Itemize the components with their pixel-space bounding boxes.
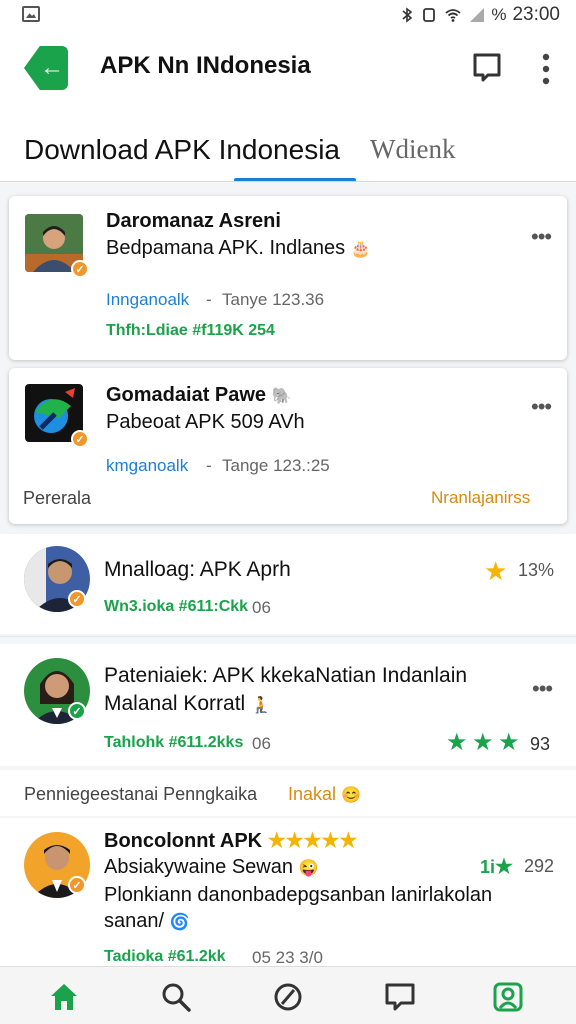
item-subtitle: Bedpamana APK. Indlanes 🎂 <box>106 237 371 259</box>
avatar: ✓ <box>25 214 89 278</box>
item-name: Pateniaiek: APK kkekaNatian Indanlain <box>104 664 468 687</box>
section-title: Penniegeestanai Penngkaika <box>24 784 258 804</box>
item-stats: Wn3.ioka #611:Ckk <box>104 598 249 615</box>
more-horiz-icon[interactable]: ••• <box>532 678 553 700</box>
verified-badge-icon: ✓ <box>71 260 89 278</box>
search-icon[interactable] <box>160 981 192 1013</box>
item-rating: 93 <box>530 734 551 754</box>
item-name: Gomadaiat Pawe 🐘 <box>106 384 292 406</box>
emoji-icon: 🐘 <box>271 388 292 405</box>
separator: - <box>206 456 212 475</box>
battery-text: % <box>491 5 507 24</box>
item-meta: Tanye 123.36 <box>222 290 325 309</box>
list-item[interactable]: ✓ Pateniaiek: APK kkekaNatian Indanlain … <box>0 644 576 766</box>
emoji-icon: 😜 <box>298 860 319 877</box>
status-icons: % 23:00 <box>399 3 560 27</box>
item-subtitle: Absiakywaine Sewan 😜 <box>104 856 319 878</box>
item-name: Mnalloag: APK Aprh <box>104 558 291 581</box>
item-link[interactable]: Innganoalk <box>106 290 189 310</box>
rating-stars: ★★★★★ <box>267 830 358 852</box>
item-stats: Thfh:Ldiae #f119K 254 <box>106 322 275 339</box>
item-link[interactable]: kmganoalk <box>106 456 188 476</box>
section-action[interactable]: Inakal 😊 <box>288 784 361 805</box>
item-description-2: sanan/ 🌀 <box>104 910 190 932</box>
bluetooth-icon <box>402 7 413 23</box>
verified-badge-icon: ✓ <box>71 430 89 448</box>
clock: 23:00 <box>512 4 560 25</box>
tab-bar: Download APK Indonesia Wdienk <box>0 124 576 182</box>
item-footer-right[interactable]: Nranlajanirss <box>431 488 530 508</box>
separator: - <box>206 290 212 309</box>
back-arrow-icon[interactable]: ← <box>24 46 68 90</box>
item-rating: 13% <box>518 560 555 580</box>
message-icon[interactable] <box>472 52 502 82</box>
star-icon: ★ <box>484 556 508 586</box>
item-subtitle: Malanal Korratl 🧎 <box>104 692 271 715</box>
star-icon: ★ <box>495 856 513 878</box>
item-stats: Tadioka #61.2kk <box>104 948 226 965</box>
item-stats-extra: 06 <box>252 598 271 617</box>
item-footer-left: Pererala <box>23 488 92 508</box>
rating-stars: ★ ★ ★ <box>446 728 519 757</box>
star-icon: ★ <box>446 729 468 756</box>
gallery-icon <box>22 6 40 22</box>
tab-download-apk[interactable]: Download APK Indonesia <box>24 134 340 166</box>
item-stats: Tahlohk #611.2kks <box>104 734 244 751</box>
list-item[interactable]: ✓ Boncolonnt APK ★★★★★ Absiakywaine Sewa… <box>0 818 576 967</box>
emoji-icon: 🌀 <box>169 914 190 931</box>
item-name: Boncolonnt APK ★★★★★ <box>104 830 358 852</box>
avatar: ✓ <box>25 384 89 448</box>
home-icon[interactable] <box>48 981 80 1013</box>
item-rating: 292 <box>524 856 555 876</box>
vibrate-icon <box>423 8 436 22</box>
bottom-nav <box>0 966 576 1024</box>
emoji-icon: 🧎 <box>251 697 271 714</box>
star-icon: ★ <box>471 729 494 756</box>
item-meta: Tange 123.:25 <box>222 456 330 475</box>
more-horiz-icon[interactable]: ••• <box>531 226 552 248</box>
divider <box>0 636 576 637</box>
emoji-icon: 😊 <box>341 787 361 804</box>
page-title: APK Nn INdonesia <box>100 52 311 79</box>
list-item[interactable]: ✓ Mnalloag: APK Aprh Wn3.ioka #611:Ckk 0… <box>0 534 576 634</box>
chat-icon[interactable] <box>384 981 416 1013</box>
item-rating-prefix: 1i★ <box>480 856 513 878</box>
block-icon[interactable] <box>272 981 304 1013</box>
item-stats-extra: 06 <box>252 734 271 753</box>
app-bar: ← APK Nn INdonesia <box>0 30 576 108</box>
verified-badge-icon: ✓ <box>68 590 86 608</box>
avatar: ✓ <box>24 832 90 898</box>
tab-wdienk[interactable]: Wdienk <box>370 134 455 165</box>
section-header: Penniegeestanai Penngkaika Inakal 😊 <box>0 770 576 816</box>
item-subtitle: Pabeoat APK 509 AVh <box>106 411 305 433</box>
signal-icon <box>470 8 485 22</box>
star-icon: ★ <box>497 729 520 756</box>
more-horiz-icon[interactable]: ••• <box>531 396 552 418</box>
status-bar: % 23:00 <box>0 0 576 30</box>
avatar: ✓ <box>24 546 90 612</box>
item-stats-extra: 05 23 3/0 <box>252 948 323 967</box>
avatar: ✓ <box>24 658 90 724</box>
wifi-icon <box>445 9 461 22</box>
verified-badge-icon: ✓ <box>68 702 86 720</box>
verified-badge-icon: ✓ <box>68 876 86 894</box>
profile-icon[interactable] <box>492 981 524 1013</box>
item-description: Plonkiann danonbadepgsanban lanirlakolan <box>104 884 493 906</box>
app-card[interactable]: ✓ Daromanaz Asreni Bedpamana APK. Indlan… <box>9 196 567 360</box>
more-vert-icon[interactable] <box>532 52 560 86</box>
item-name: Daromanaz Asreni <box>106 210 281 232</box>
emoji-icon: 🎂 <box>350 241 371 258</box>
app-card[interactable]: ✓ Gomadaiat Pawe 🐘 Pabeoat APK 509 AVh •… <box>9 368 567 524</box>
